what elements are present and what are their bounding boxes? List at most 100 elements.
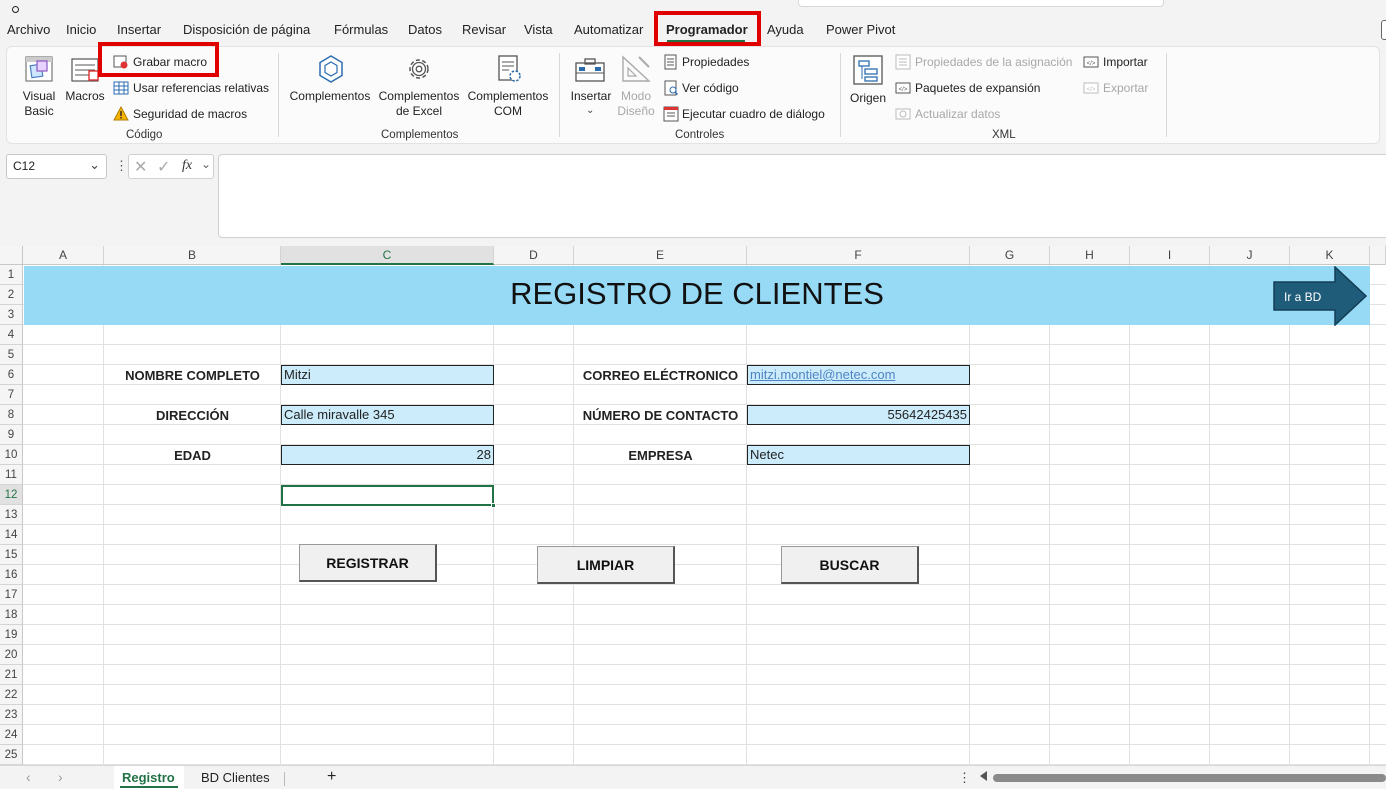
column-header-b[interactable]: B <box>104 246 281 265</box>
row-header-5[interactable]: 5 <box>0 345 23 365</box>
menu-vista[interactable]: Vista <box>524 22 553 37</box>
row-header-17[interactable]: 17 <box>0 585 23 605</box>
search-box[interactable] <box>798 0 1164 7</box>
chevron-right-icon[interactable]: › <box>58 769 63 785</box>
column-header-j[interactable]: J <box>1210 246 1290 265</box>
formula-input[interactable] <box>218 154 1386 238</box>
field-correo[interactable]: mitzi.montiel@netec.com <box>747 365 970 385</box>
insertar-control-button[interactable]: Insertar ⌄ <box>569 51 613 123</box>
chevron-left-icon[interactable]: ‹ <box>26 769 31 785</box>
column-header-e[interactable]: E <box>574 246 747 265</box>
importar-button[interactable]: </> Importar <box>1081 53 1161 71</box>
more-options-icon[interactable]: ⋮ <box>115 158 128 174</box>
row-header-3[interactable]: 3 <box>0 305 23 325</box>
row-header-25[interactable]: 25 <box>0 745 23 765</box>
row-header-13[interactable]: 13 <box>0 505 23 525</box>
complementos-excel-button[interactable]: Complementos de Excel <box>377 51 461 121</box>
gridline-horizontal <box>23 604 1386 605</box>
field-nombre[interactable]: Mitzi <box>281 365 494 385</box>
field-contacto[interactable]: 55642425435 <box>747 405 970 425</box>
row-header-20[interactable]: 20 <box>0 645 23 665</box>
column-header-k[interactable]: K <box>1290 246 1370 265</box>
row-header-18[interactable]: 18 <box>0 605 23 625</box>
column-header-h[interactable]: H <box>1050 246 1130 265</box>
add-sheet-button[interactable]: + <box>327 768 336 786</box>
active-cell-c12[interactable] <box>281 485 494 506</box>
more-options-icon[interactable]: ⋮ <box>958 770 971 786</box>
comments-button[interactable] <box>1381 20 1386 40</box>
horizontal-scrollbar[interactable] <box>993 774 1386 782</box>
menu-insertar[interactable]: Insertar <box>117 22 161 37</box>
column-header-a[interactable]: A <box>23 246 104 265</box>
row-header-4[interactable]: 4 <box>0 325 23 345</box>
confirm-icon[interactable]: ✓ <box>157 157 170 177</box>
programador-highlight <box>654 11 761 46</box>
menu-inicio[interactable]: Inicio <box>66 22 96 37</box>
column-header-f[interactable]: F <box>747 246 970 265</box>
menu-archivo[interactable]: Archivo <box>7 22 50 37</box>
row-header-16[interactable]: 16 <box>0 565 23 585</box>
usar-referencias-button[interactable]: Usar referencias relativas <box>111 79 271 97</box>
row-header-8[interactable]: 8 <box>0 405 23 425</box>
row-header-9[interactable]: 9 <box>0 425 23 445</box>
menu-disposicion[interactable]: Disposición de página <box>183 22 310 37</box>
row-header-23[interactable]: 23 <box>0 705 23 725</box>
modo-diseno-button[interactable]: Modo Diseño <box>615 51 657 121</box>
propiedades-asignacion-button[interactable]: Propiedades de la asignación <box>893 53 1073 71</box>
limpiar-button[interactable]: LIMPIAR <box>537 546 675 584</box>
field-direccion[interactable]: Calle miravalle 345 <box>281 405 494 425</box>
visual-basic-button[interactable]: Visual Basic <box>15 51 63 121</box>
menu-datos[interactable]: Datos <box>408 22 442 37</box>
tab-bd-clientes[interactable]: BD Clientes <box>201 770 270 785</box>
row-header-12[interactable]: 12 <box>0 485 23 505</box>
row-header-14[interactable]: 14 <box>0 525 23 545</box>
row-header-21[interactable]: 21 <box>0 665 23 685</box>
menu-automatizar[interactable]: Automatizar <box>574 22 643 37</box>
row-header-2[interactable]: 2 <box>0 285 23 305</box>
scroll-left-icon[interactable] <box>980 771 987 781</box>
worksheet-grid[interactable]: ABCDEFGHIJK 1 2 3 4 5 6 7 8 9 10 11 12 13 14 15 16 17 18 1… <box>0 246 1386 765</box>
ejecutar-dialogo-button[interactable]: Ejecutar cuadro de diálogo <box>661 105 831 123</box>
row-header-6[interactable]: 6 <box>0 365 23 385</box>
seguridad-macros-button[interactable]: Seguridad de macros <box>111 105 251 123</box>
field-edad[interactable]: 28 <box>281 445 494 465</box>
quick-access-dot-icon[interactable] <box>12 6 19 13</box>
row-header-11[interactable]: 11 <box>0 465 23 485</box>
field-empresa[interactable]: Netec <box>747 445 970 465</box>
row-header-22[interactable]: 22 <box>0 685 23 705</box>
tab-separator <box>284 772 285 786</box>
complementos-com-button[interactable]: Complementos COM <box>465 51 551 121</box>
column-header-overflow[interactable] <box>1370 246 1386 265</box>
column-header-g[interactable]: G <box>970 246 1050 265</box>
row-header-24[interactable]: 24 <box>0 725 23 745</box>
exportar-button[interactable]: </> Exportar <box>1081 79 1161 97</box>
ir-a-bd-arrow[interactable]: Ir a BD <box>1273 266 1367 326</box>
column-header-i[interactable]: I <box>1130 246 1210 265</box>
origen-button[interactable]: Origen <box>847 51 889 111</box>
buscar-button[interactable]: BUSCAR <box>781 546 919 584</box>
row-header-15[interactable]: 15 <box>0 545 23 565</box>
registrar-button[interactable]: REGISTRAR <box>299 544 437 582</box>
row-header-7[interactable]: 7 <box>0 385 23 405</box>
menu-ayuda[interactable]: Ayuda <box>767 22 804 37</box>
column-header-c[interactable]: C <box>281 246 494 265</box>
column-header-d[interactable]: D <box>494 246 574 265</box>
row-header-1[interactable]: 1 <box>0 265 23 285</box>
select-all-corner[interactable] <box>0 246 23 265</box>
name-box[interactable]: C12 ⌄ <box>6 154 107 179</box>
insert-function-icon[interactable]: fx <box>182 158 192 174</box>
propiedades-button[interactable]: Propiedades <box>661 53 761 71</box>
menu-revisar[interactable]: Revisar <box>462 22 506 37</box>
row-header-19[interactable]: 19 <box>0 625 23 645</box>
ver-codigo-button[interactable]: Ver código <box>661 79 761 97</box>
cancel-icon[interactable]: ✕ <box>134 157 147 177</box>
menu-power-pivot[interactable]: Power Pivot <box>826 22 895 37</box>
complementos-button[interactable]: Complementos <box>287 51 373 111</box>
gridline-horizontal <box>23 444 1386 445</box>
tab-registro[interactable]: Registro <box>114 766 184 789</box>
fill-handle[interactable] <box>491 503 496 508</box>
actualizar-datos-button[interactable]: Actualizar datos <box>893 105 1013 123</box>
menu-formulas[interactable]: Fórmulas <box>334 22 388 37</box>
paquetes-expansion-button[interactable]: </> Paquetes de expansión <box>893 79 1043 97</box>
row-header-10[interactable]: 10 <box>0 445 23 465</box>
